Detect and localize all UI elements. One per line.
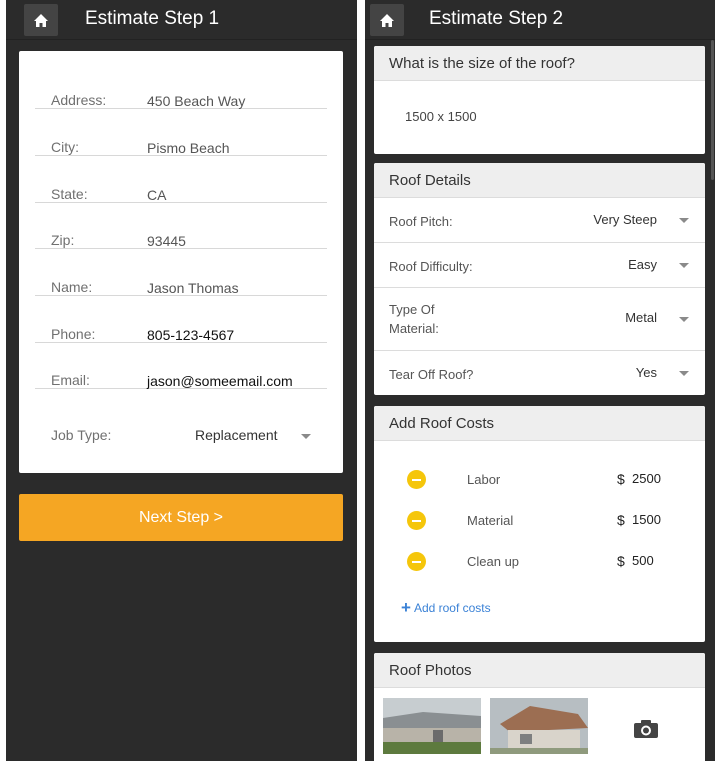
material-type-row[interactable]: Type Of Material: Metal: [374, 288, 705, 351]
roof-photos-panel: Roof Photos: [374, 653, 705, 761]
roof-details-panel: Roof Details Roof Pitch: Very Steep Roof…: [374, 163, 705, 395]
address-label: Address:: [51, 92, 107, 108]
roof-pitch-select[interactable]: Very Steep: [593, 212, 657, 227]
roof-size-panel: What is the size of the roof? 1500 x 150…: [374, 46, 705, 154]
state-label: State:: [51, 186, 88, 202]
currency-symbol: $: [617, 471, 625, 487]
email-row: Email: jason@someemail.com: [35, 343, 327, 389]
currency-symbol: $: [617, 512, 625, 528]
cost-name: Clean up: [467, 554, 520, 569]
caret-down-icon: [679, 263, 689, 268]
camera-button[interactable]: [633, 719, 659, 744]
roof-costs-panel: Add Roof Costs Labor $ 2500 Material $ 1…: [374, 406, 705, 642]
roof-difficulty-label: Roof Difficulty:: [389, 259, 473, 274]
address-field[interactable]: 450 Beach Way: [147, 93, 245, 109]
cost-amount-field[interactable]: 1500: [632, 512, 661, 527]
tear-off-select[interactable]: Yes: [636, 365, 657, 380]
email-label: Email:: [51, 372, 90, 388]
add-roof-costs-label: Add roof costs: [413, 601, 491, 615]
roof-size-question: What is the size of the roof?: [374, 46, 705, 81]
top-bar: Estimate Step 1: [6, 0, 357, 40]
email-field[interactable]: jason@someemail.com: [147, 373, 293, 389]
zip-label: Zip:: [51, 232, 75, 248]
plus-icon: +: [401, 598, 411, 617]
roof-photos-title: Roof Photos: [374, 653, 705, 688]
roof-difficulty-select[interactable]: Easy: [628, 257, 657, 272]
phone-label: Phone:: [51, 326, 96, 342]
roof-difficulty-row[interactable]: Roof Difficulty: Easy: [374, 243, 705, 288]
cost-row-material: Material $ 1500: [374, 508, 705, 532]
state-row: State: CA: [35, 157, 327, 203]
roof-pitch-row[interactable]: Roof Pitch: Very Steep: [374, 198, 705, 243]
caret-down-icon: [679, 371, 689, 376]
name-label: Name:: [51, 279, 93, 295]
city-label: City:: [51, 139, 79, 155]
caret-down-icon: [679, 218, 689, 223]
estimate-step1-screen: Estimate Step 1 Address: 450 Beach Way C…: [6, 0, 357, 761]
home-button[interactable]: [24, 4, 58, 36]
minus-circle-icon[interactable]: [407, 511, 426, 530]
roof-photo-1[interactable]: [383, 698, 481, 754]
cost-row-cleanup: Clean up $ 500: [374, 549, 705, 573]
customer-form-card: Address: 450 Beach Way City: Pismo Beach…: [19, 51, 343, 473]
home-icon: [380, 13, 394, 27]
phone-row: Phone: 805-123-4567: [35, 297, 327, 343]
cost-row-labor: Labor $ 2500: [374, 467, 705, 491]
roof-photo-2[interactable]: [490, 698, 588, 754]
material-type-label: Type Of Material:: [389, 302, 439, 336]
roof-details-title: Roof Details: [374, 163, 705, 198]
state-field[interactable]: CA: [147, 187, 166, 203]
tear-off-row[interactable]: Tear Off Roof? Yes: [374, 351, 705, 395]
caret-down-icon: [679, 317, 689, 322]
estimate-step2-screen: Estimate Step 2 What is the size of the …: [365, 0, 715, 761]
job-type-label: Job Type:: [51, 427, 112, 443]
address-row: Address: 450 Beach Way: [35, 63, 327, 109]
roof-costs-title: Add Roof Costs: [374, 406, 705, 441]
caret-down-icon: [301, 434, 311, 439]
camera-icon: [634, 720, 658, 738]
roof-size-field[interactable]: 1500 x 1500: [405, 109, 477, 124]
roof-pitch-label: Roof Pitch:: [389, 214, 453, 229]
next-step-button[interactable]: Next Step >: [19, 494, 343, 541]
cost-amount-field[interactable]: 500: [632, 553, 654, 568]
zip-row: Zip: 93445: [35, 203, 327, 249]
tear-off-label: Tear Off Roof?: [389, 367, 474, 382]
job-type-select[interactable]: Replacement: [195, 427, 278, 443]
cost-amount-field[interactable]: 2500: [632, 471, 661, 486]
minus-circle-icon[interactable]: [407, 552, 426, 571]
scrollbar[interactable]: [711, 40, 714, 180]
currency-symbol: $: [617, 553, 625, 569]
minus-circle-icon[interactable]: [407, 470, 426, 489]
cost-name: Labor: [467, 472, 501, 487]
city-row: City: Pismo Beach: [35, 110, 327, 156]
page-title: Estimate Step 2: [429, 8, 564, 29]
city-field[interactable]: Pismo Beach: [147, 140, 229, 156]
home-button[interactable]: [370, 4, 404, 36]
job-type-row[interactable]: Job Type: Replacement: [35, 391, 327, 443]
page-title: Estimate Step 1: [85, 8, 220, 29]
home-icon: [34, 13, 48, 27]
top-bar: Estimate Step 2: [365, 0, 715, 40]
phone-field[interactable]: 805-123-4567: [147, 327, 234, 343]
name-row: Name: Jason Thomas: [35, 250, 327, 296]
name-field[interactable]: Jason Thomas: [147, 280, 239, 296]
add-roof-costs-link[interactable]: + Add roof costs: [401, 598, 491, 617]
material-type-select[interactable]: Metal: [625, 310, 657, 325]
zip-field[interactable]: 93445: [147, 233, 186, 249]
cost-name: Material: [467, 513, 514, 528]
